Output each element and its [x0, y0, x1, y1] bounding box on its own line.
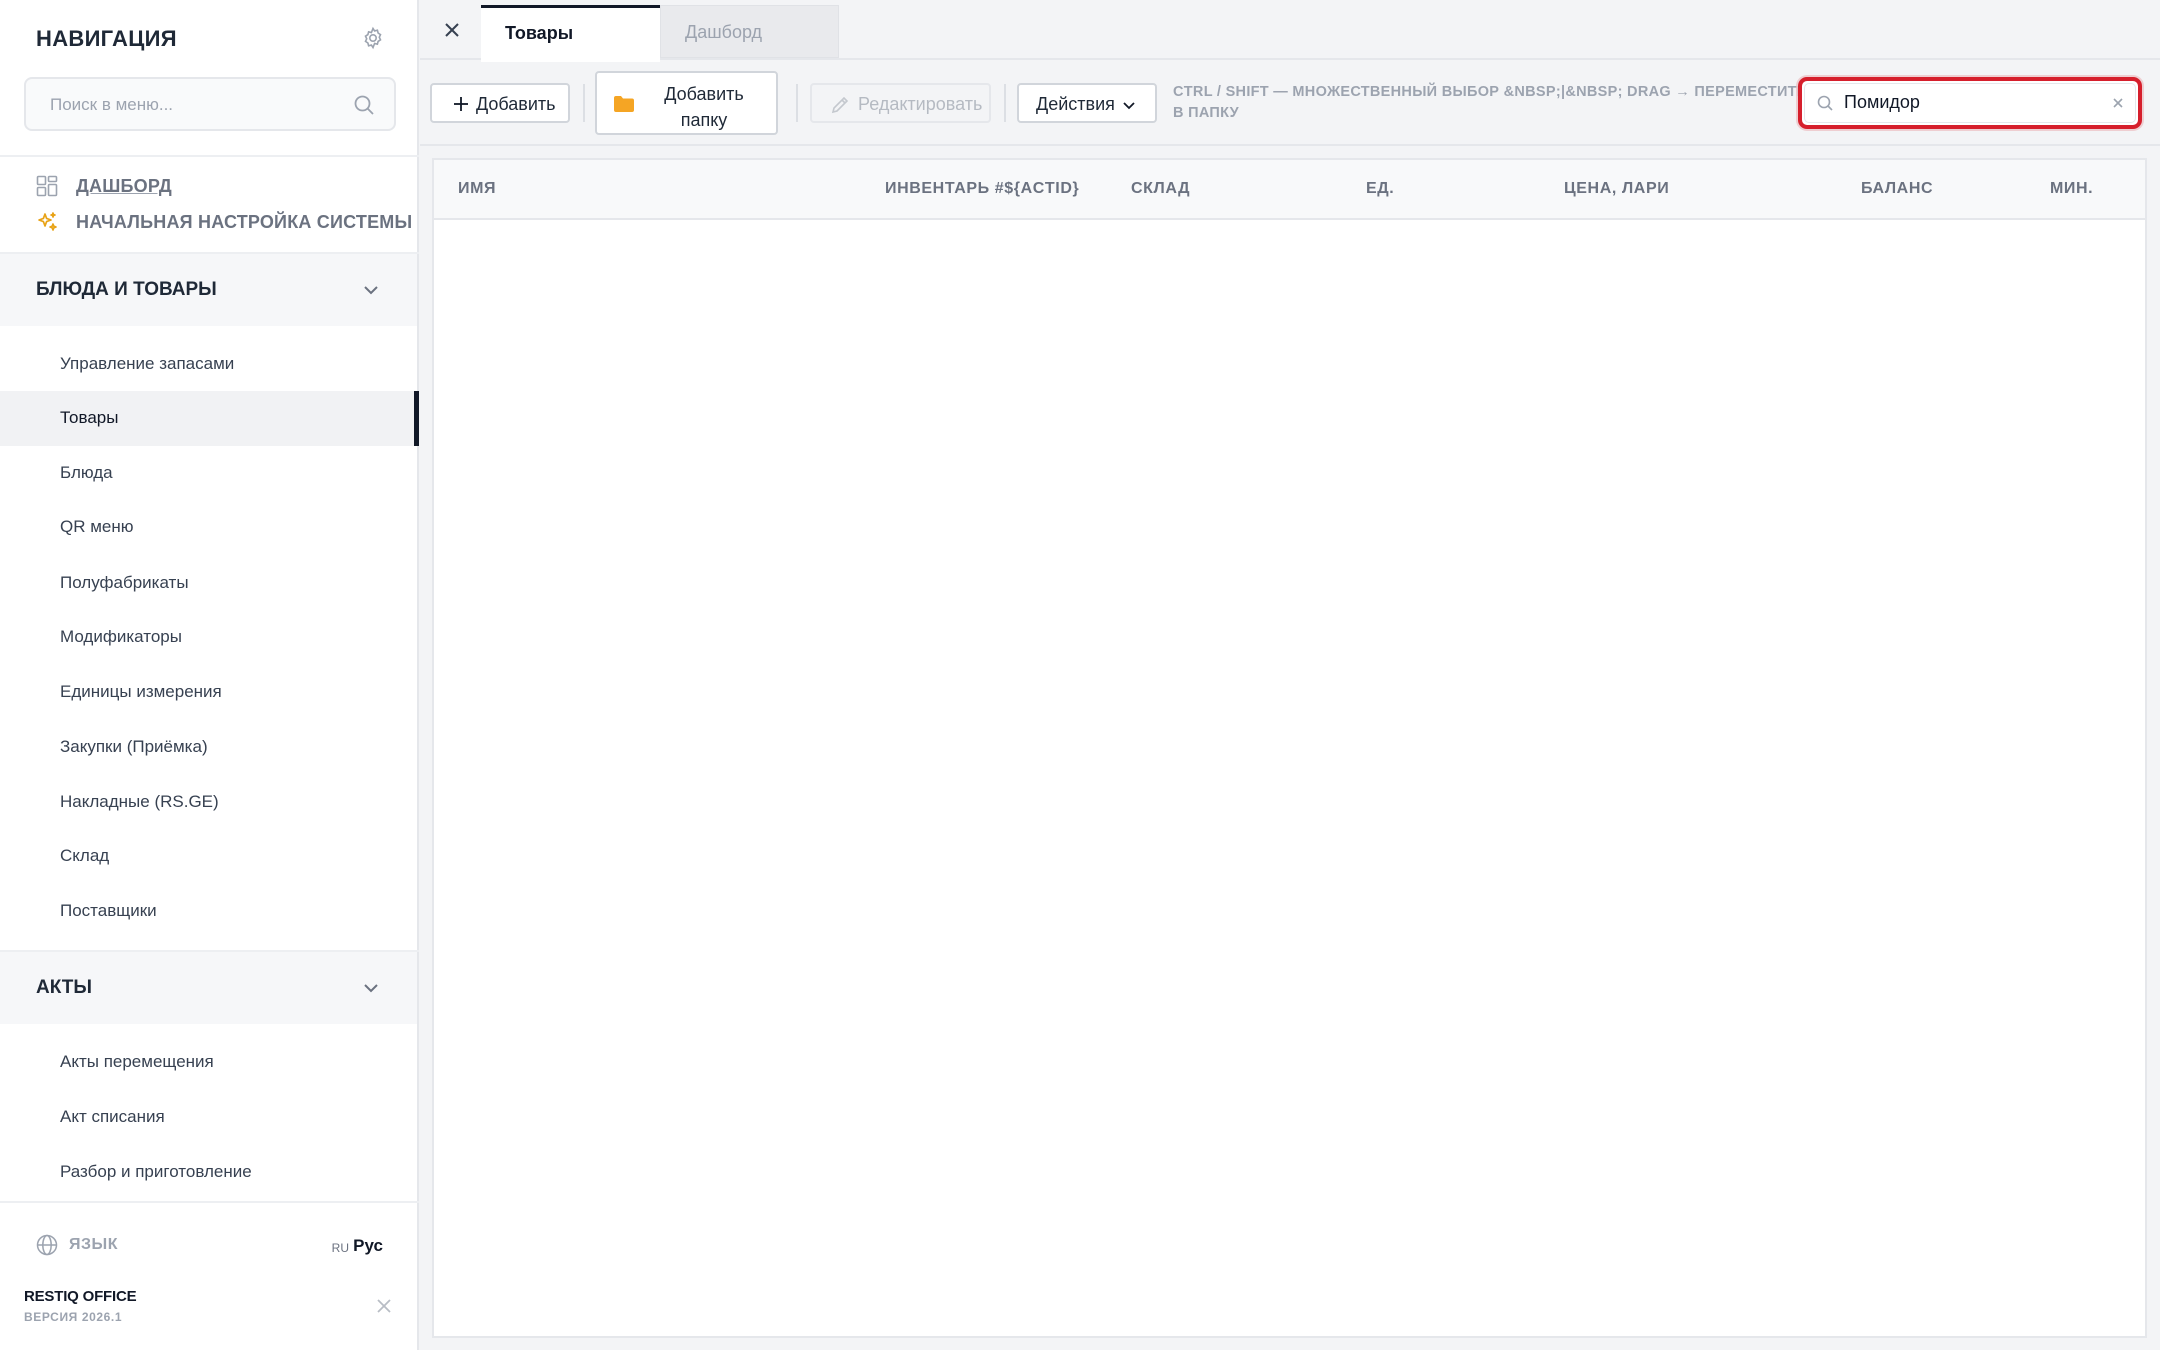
- column-header-price[interactable]: ЦЕНА, ЛАРИ: [1564, 180, 1669, 198]
- sidebar-item-dishes[interactable]: Блюда: [0, 446, 419, 501]
- column-header-name[interactable]: ИМЯ: [458, 180, 496, 198]
- close-icon[interactable]: [374, 1296, 394, 1316]
- sidebar-item-label: Разбор и приготовление: [60, 1162, 252, 1181]
- sidebar-item-label: Акты перемещения: [60, 1052, 214, 1071]
- actions-dropdown[interactable]: Действия: [1017, 83, 1157, 123]
- sidebar-link-dashboard[interactable]: ДАШБОРД: [36, 173, 172, 199]
- sidebar-item-label: QR меню: [60, 517, 134, 536]
- sidebar-item-label: Поставщики: [60, 901, 157, 920]
- divider: [1004, 84, 1006, 122]
- dashboard-grid-icon: [36, 175, 58, 197]
- sidebar-item-semi-finished[interactable]: Полуфабрикаты: [0, 556, 419, 611]
- sidebar-item-label: Товары: [60, 408, 119, 427]
- tab-bar: Товары Дашборд: [420, 0, 2160, 62]
- globe-icon: [36, 1234, 58, 1256]
- sidebar-item-write-off-act[interactable]: Акт списания: [0, 1090, 419, 1145]
- sidebar-item-qr-menu[interactable]: QR меню: [0, 500, 419, 555]
- section-acts[interactable]: АКТЫ: [0, 952, 417, 1024]
- sidebar-header: НАВИГАЦИЯ: [36, 26, 385, 52]
- sidebar-item-warehouse[interactable]: Склад: [0, 829, 419, 884]
- language-switcher[interactable]: ЯЗЫК RU Рус: [36, 1233, 383, 1259]
- add-button[interactable]: Добавить: [430, 83, 570, 123]
- edit-button[interactable]: Редактировать: [810, 83, 991, 123]
- sidebar-item-products[interactable]: Товары: [0, 391, 419, 446]
- brand-name: RESTIQ OFFICE: [24, 1288, 137, 1305]
- edit-button-label: Редактировать: [858, 94, 983, 114]
- column-header-warehouse[interactable]: СКЛАД: [1131, 180, 1190, 198]
- close-tabs-icon[interactable]: [440, 18, 464, 42]
- column-header-balance[interactable]: БАЛАНС: [1861, 180, 1933, 198]
- sidebar-item-label: Акт списания: [60, 1107, 165, 1126]
- tab-label: Дашборд: [685, 22, 763, 42]
- search-icon: [1817, 95, 1833, 111]
- sidebar-item-label: Накладные (RS.GE): [60, 792, 219, 811]
- tab-label: Товары: [505, 23, 574, 43]
- section-title: БЛЮДА И ТОВАРЫ: [36, 279, 217, 300]
- language-label: ЯЗЫК: [69, 1236, 118, 1253]
- tab-dashboard[interactable]: Дашборд: [660, 5, 839, 58]
- sidebar-item-purchases[interactable]: Закупки (Приёмка): [0, 720, 419, 775]
- divider: [796, 84, 798, 122]
- menu-search-input[interactable]: Поиск в меню...: [24, 77, 396, 131]
- sidebar-item-disassembly[interactable]: Разбор и приготовление: [0, 1145, 419, 1200]
- section-title: АКТЫ: [36, 977, 92, 998]
- sidebar-item-inventory-management[interactable]: Управление запасами: [0, 337, 419, 392]
- sparkles-icon: [38, 212, 57, 231]
- add-button-label: Добавить: [476, 94, 556, 114]
- sidebar-item-transfer-acts[interactable]: Акты перемещения: [0, 1035, 419, 1090]
- selection-hint: CTRL / SHIFT — МНОЖЕСТВЕННЫЙ ВЫБОР &NBSP…: [1173, 84, 1808, 121]
- sidebar-item-label: Управление запасами: [60, 354, 235, 373]
- divider: [0, 155, 419, 157]
- sidebar-item-label: Блюда: [60, 463, 113, 482]
- plus-icon: [454, 97, 468, 111]
- sidebar-item-label: Склад: [60, 846, 110, 865]
- sidebar-item-units[interactable]: Единицы измерения: [0, 665, 419, 720]
- search-icon: [354, 95, 374, 115]
- column-header-min[interactable]: МИН.: [2050, 180, 2093, 198]
- language-value: Рус: [353, 1236, 383, 1255]
- add-folder-button-label: Добавить папку: [664, 84, 744, 130]
- actions-dropdown-label: Действия: [1036, 94, 1115, 114]
- sidebar-link-initial-setup[interactable]: НАЧАЛЬНАЯ НАСТРОЙКА СИСТЕМЫ: [36, 209, 412, 235]
- chevron-down-icon: [364, 984, 378, 993]
- tab-products[interactable]: Товары: [481, 5, 660, 62]
- sidebar-link-label: ДАШБОРД: [76, 175, 172, 196]
- sidebar-link-label: НАЧАЛЬНАЯ НАСТРОЙКА СИСТЕМЫ: [76, 211, 413, 232]
- pencil-icon: [831, 96, 849, 114]
- search-value: Помидор: [1844, 92, 1920, 112]
- chevron-down-icon: [1123, 102, 1135, 110]
- sidebar-item-label: Полуфабрикаты: [60, 573, 189, 592]
- sidebar-item-modifiers[interactable]: Модификаторы: [0, 610, 419, 665]
- sidebar-item-label: Единицы измерения: [60, 682, 222, 701]
- app-version: ВЕРСИЯ 2026.1: [24, 1310, 123, 1324]
- column-header-inventory[interactable]: ИНВЕНТАРЬ #${ACTID}: [885, 180, 1079, 198]
- column-header-unit[interactable]: ЕД.: [1366, 180, 1394, 198]
- chevron-down-icon: [364, 286, 378, 295]
- sidebar-title: НАВИГАЦИЯ: [36, 26, 177, 51]
- toolbar: Добавить Добавить папку Редактировать Де…: [420, 62, 2160, 146]
- folder-icon: [614, 96, 634, 112]
- sidebar-item-label: Закупки (Приёмка): [60, 737, 208, 756]
- clear-search-icon[interactable]: [2110, 95, 2126, 111]
- sidebar: НАВИГАЦИЯ Поиск в меню... ДАШБОРД НАЧАЛЬ…: [0, 0, 419, 1350]
- sidebar-item-invoices[interactable]: Накладные (RS.GE): [0, 775, 419, 830]
- products-table: ИМЯ ИНВЕНТАРЬ #${ACTID} СКЛАД ЕД. ЦЕНА, …: [432, 158, 2147, 1338]
- product-search-input[interactable]: Помидор: [1798, 77, 2142, 129]
- add-folder-button[interactable]: Добавить папку: [595, 71, 778, 135]
- gear-icon[interactable]: [361, 26, 385, 50]
- menu-search-placeholder: Поиск в меню...: [50, 95, 174, 114]
- table-header: ИМЯ ИНВЕНТАРЬ #${ACTID} СКЛАД ЕД. ЦЕНА, …: [434, 160, 2145, 220]
- sidebar-item-suppliers[interactable]: Поставщики: [0, 884, 419, 939]
- section-dishes-products[interactable]: БЛЮДА И ТОВАРЫ: [0, 254, 417, 326]
- divider: [0, 1201, 419, 1203]
- sidebar-item-label: Модификаторы: [60, 627, 182, 646]
- divider: [583, 84, 585, 122]
- language-code: RU: [331, 1241, 349, 1255]
